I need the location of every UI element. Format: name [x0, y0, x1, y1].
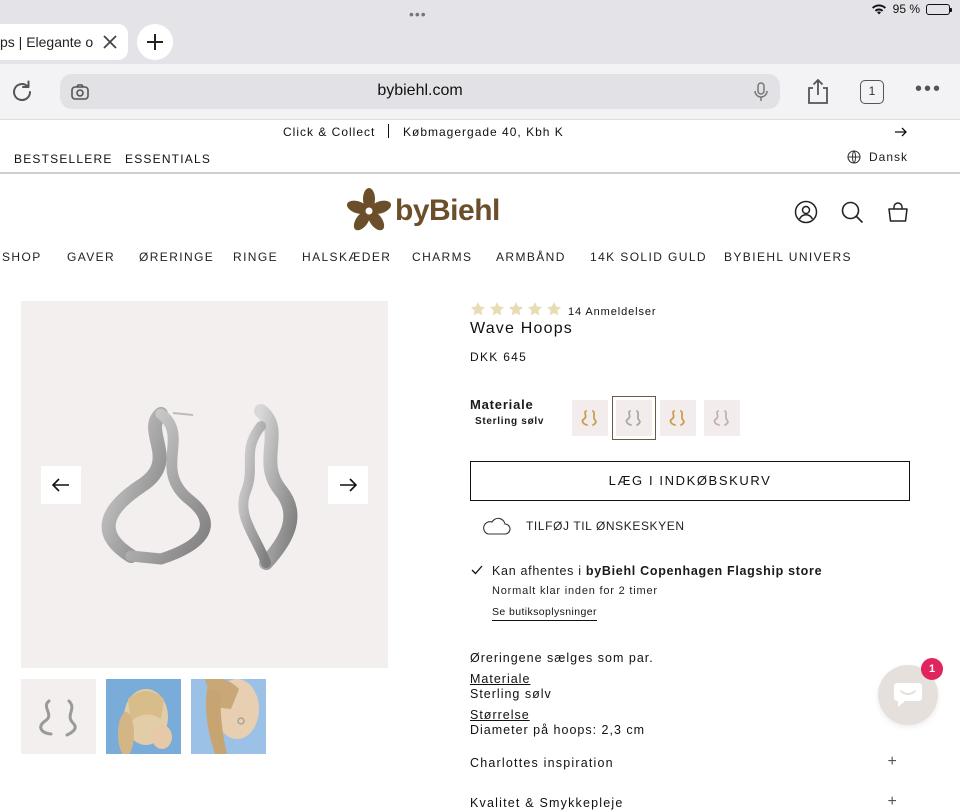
material-selected-value: Sterling sølv — [475, 416, 545, 427]
logo-wordmark: byBiehl — [395, 194, 500, 227]
star-icon — [471, 302, 485, 316]
mainnav-ringe[interactable]: RINGE — [233, 250, 278, 264]
plus-icon: + — [887, 793, 898, 810]
material-label: Materiale — [470, 397, 534, 412]
announcement-bar: Click & Collect Købmagergade 40, Kbh K — [0, 120, 960, 144]
product-gallery — [21, 301, 388, 668]
language-label: Dansk — [869, 150, 909, 164]
mainnav-gaver[interactable]: GAVER — [67, 250, 115, 264]
nav-essentials[interactable]: ESSENTIALS — [125, 152, 211, 166]
nav-bestsellere[interactable]: BESTSELLERE — [14, 152, 113, 166]
microphone-icon[interactable] — [752, 81, 770, 103]
multitasking-dots[interactable]: ••• — [409, 6, 427, 22]
wifi-icon — [871, 4, 886, 15]
star-icon — [528, 302, 542, 316]
checkmark-icon — [471, 565, 483, 575]
spec-material-label: Materiale — [470, 672, 531, 686]
globe-icon — [847, 150, 861, 164]
rating-stars[interactable] — [470, 301, 562, 317]
thumbnail-model-front[interactable] — [106, 679, 181, 754]
pickup-prefix: Kan afhentes i — [492, 564, 586, 578]
site-logo[interactable]: byBiehl — [345, 187, 500, 235]
thumbnail-braid-image — [191, 679, 266, 754]
mainnav-armbaand[interactable]: ARMBÅND — [496, 250, 566, 264]
share-icon[interactable] — [805, 78, 831, 106]
new-tab-button[interactable] — [137, 24, 173, 60]
material-swatch[interactable] — [572, 400, 608, 436]
gallery-prev-button[interactable] — [41, 466, 81, 504]
pickup-time: Normalt klar inden for 2 timer — [492, 585, 658, 597]
chat-notification-badge: 1 — [921, 658, 943, 680]
tab-overview-button[interactable]: 1 — [860, 80, 884, 104]
hoop-swatch-icon — [581, 410, 597, 426]
cloud-icon — [483, 517, 511, 535]
thumbnail-model-side[interactable] — [191, 679, 266, 754]
material-swatch[interactable] — [612, 396, 656, 440]
tab-title: ps | Elegante o — [0, 34, 94, 50]
thumbnail-hoops-image — [39, 699, 77, 737]
product-price: DKK 645 — [470, 350, 528, 364]
material-swatch[interactable] — [704, 400, 740, 436]
accordion-quality-label: Kvalitet & Smykkepleje — [470, 796, 624, 810]
gallery-next-button[interactable] — [328, 466, 368, 504]
pickup-availability: Kan afhentes i byBiehl Copenhagen Flagsh… — [492, 564, 822, 578]
chat-bubble-icon — [894, 683, 922, 707]
announcement-divider — [388, 124, 389, 138]
address-bar[interactable]: bybiehl.com — [60, 74, 780, 109]
arrow-right-icon[interactable] — [893, 124, 909, 140]
mainnav-solid-guld[interactable]: 14K SOLID GULD — [590, 250, 707, 264]
store-address-text[interactable]: Købmagergade 40, Kbh K — [403, 125, 564, 139]
accordion-inspiration[interactable]: Charlottes inspiration + — [470, 753, 898, 770]
mainnav-univers[interactable]: BYBIEHL UNIVERS — [724, 250, 852, 264]
flower-logo-icon — [346, 188, 392, 231]
hoop-swatch-icon — [625, 410, 641, 426]
account-icon[interactable] — [794, 200, 818, 224]
reload-icon[interactable] — [8, 78, 36, 106]
status-bar-right: 95 % — [871, 2, 952, 16]
hoop-swatch-icon — [713, 410, 729, 426]
browser-tab-strip: ••• 95 % ps | Elegante o — [0, 0, 960, 64]
star-icon — [509, 302, 523, 316]
mainnav-charms[interactable]: CHARMS — [412, 250, 472, 264]
mainnav-halskaeder[interactable]: HALSKÆDER — [302, 250, 391, 264]
spec-size-value: Diameter på hoops: 2,3 cm — [470, 723, 646, 737]
material-swatch[interactable] — [660, 400, 696, 436]
star-icon — [490, 302, 504, 316]
secondary-nav: BESTSELLERE ESSENTIALS Dansk — [0, 144, 960, 174]
spec-size-label: Størrelse — [470, 708, 530, 722]
product-description: Øreringene sælges som par. — [470, 651, 654, 665]
mainnav-shop[interactable]: SHOP — [2, 250, 42, 264]
battery-percent: 95 % — [892, 2, 920, 16]
battery-icon — [926, 3, 952, 15]
pickup-store: byBiehl Copenhagen Flagship store — [585, 564, 823, 578]
arrow-right-icon — [340, 478, 357, 492]
plus-icon — [147, 34, 163, 50]
browser-tab-active[interactable]: ps | Elegante o — [0, 24, 128, 60]
wishlist-button[interactable]: TILFØJ TIL ØNSKESKYEN — [480, 516, 685, 536]
cart-icon[interactable] — [886, 200, 910, 224]
language-selector[interactable]: Dansk — [847, 150, 908, 164]
store-info-link[interactable]: Se butiksoplysninger — [492, 606, 597, 621]
star-icon — [547, 302, 561, 316]
mainnav-oreringe[interactable]: ØRERINGE — [139, 250, 214, 264]
close-tab-icon[interactable] — [100, 32, 120, 52]
url-text: bybiehl.com — [377, 82, 463, 99]
spec-material-value: Sterling sølv — [470, 687, 552, 701]
product-title: Wave Hoops — [470, 320, 573, 337]
accordion-inspiration-label: Charlottes inspiration — [470, 756, 614, 770]
add-to-cart-button[interactable]: LÆG I INDKØBSKURV — [470, 461, 910, 501]
hoop-swatch-icon — [669, 410, 685, 426]
accordion-quality[interactable]: Kvalitet & Smykkepleje + — [470, 793, 898, 810]
review-count[interactable]: 14 Anmeldelser — [568, 306, 656, 318]
click-collect-text[interactable]: Click & Collect — [283, 125, 375, 139]
arrow-left-icon — [52, 478, 69, 492]
search-icon[interactable] — [840, 200, 864, 224]
browser-toolbar: bybiehl.com 1 ••• — [0, 64, 960, 120]
thumbnail-product[interactable] — [21, 679, 96, 754]
wishlist-label: TILFØJ TIL ØNSKESKYEN — [526, 519, 685, 533]
plus-icon: + — [887, 753, 898, 770]
thumbnail-model-image — [106, 679, 181, 754]
more-options-icon[interactable]: ••• — [915, 79, 942, 99]
